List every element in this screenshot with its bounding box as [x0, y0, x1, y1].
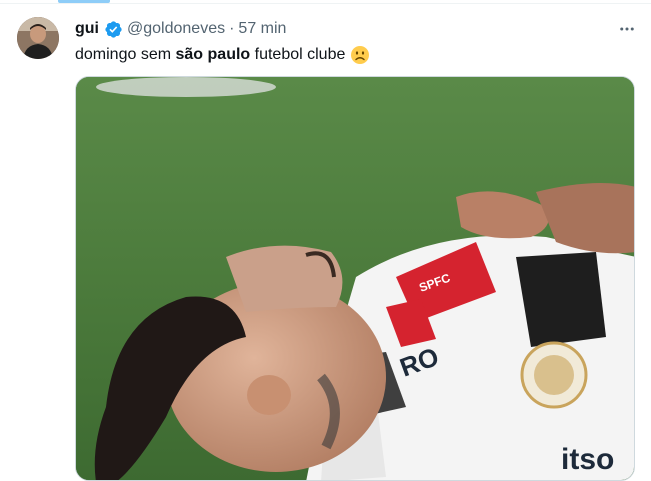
separator-dot: · [229, 20, 235, 37]
more-options-button[interactable] [612, 16, 642, 42]
display-name[interactable]: gui [75, 20, 99, 38]
kit-text-sponsor-2: itso [561, 443, 614, 476]
frowning-face-icon [350, 45, 370, 65]
timestamp[interactable]: 57 min [238, 20, 286, 38]
tweet-header: gui @goldoneves · 57 min [75, 18, 286, 40]
tweet[interactable]: gui @goldoneves · 57 min domingo sem são… [0, 4, 651, 481]
tweet-media-image[interactable]: RO itso SPFC [75, 76, 635, 481]
user-handle[interactable]: @goldoneves [127, 20, 225, 38]
avatar[interactable] [17, 17, 59, 59]
verified-badge-icon [104, 20, 123, 39]
more-horizontal-icon [620, 27, 634, 31]
tweet-text: domingo sem são paulo futebol clube [75, 44, 370, 66]
tweet-text-part: domingo sem [75, 46, 176, 63]
tweet-text-bold: são paulo [175, 46, 251, 63]
tweet-text-part: futebol clube [250, 46, 346, 63]
